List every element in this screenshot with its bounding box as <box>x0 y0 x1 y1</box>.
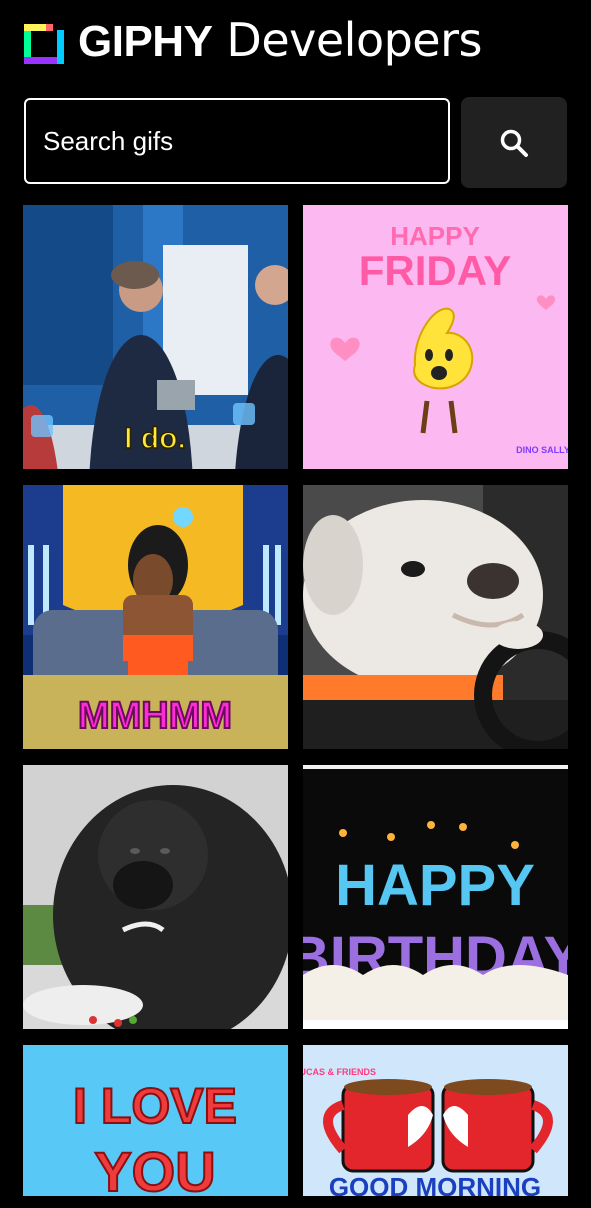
gif-tile-news-panel[interactable]: I do. <box>23 205 288 469</box>
gif-caption: I do. <box>124 422 186 455</box>
gif-tile-good-morning[interactable]: LUCAS & FRIENDS GOOD MORNING <box>303 1045 568 1196</box>
gif-tile-gorilla[interactable] <box>23 765 288 1029</box>
gif-tile-i-love-you[interactable]: I LOVE YOU <box>23 1045 288 1196</box>
gif-text-line2: FRIDAY <box>359 247 511 294</box>
app-header: GIPHY Developers <box>24 12 482 68</box>
search-button[interactable] <box>461 97 567 188</box>
gif-text-line1: I LOVE <box>73 1078 237 1134</box>
gif-tile-mmhmm[interactable]: MMHMM <box>23 485 288 749</box>
gif-text-line2: YOU <box>94 1140 215 1196</box>
gif-tile-happy-friday[interactable]: HAPPY FRIDAY DINO SALLY <box>303 205 568 469</box>
gif-brand: LUCAS & FRIENDS <box>303 1067 376 1077</box>
gif-caption: MMHMM <box>78 695 232 737</box>
giphy-logo-icon[interactable] <box>24 16 64 64</box>
brand-name: GIPHY <box>78 17 213 66</box>
gif-tile-happy-birthday[interactable]: HAPPY BIRTHDAY <box>303 765 568 1029</box>
search-placeholder: Search gifs <box>43 125 174 156</box>
brand-subtitle: Developers <box>226 13 482 67</box>
search-icon <box>500 129 528 157</box>
brand-title: GIPHY Developers <box>78 13 482 67</box>
gif-caption: GOOD MORNING <box>329 1172 541 1196</box>
search-input[interactable]: Search gifs <box>24 98 450 184</box>
gif-brand: DINO SALLY <box>516 445 568 455</box>
gif-tile-bulldog[interactable] <box>303 485 568 749</box>
gif-text-line1: HAPPY <box>335 853 535 918</box>
